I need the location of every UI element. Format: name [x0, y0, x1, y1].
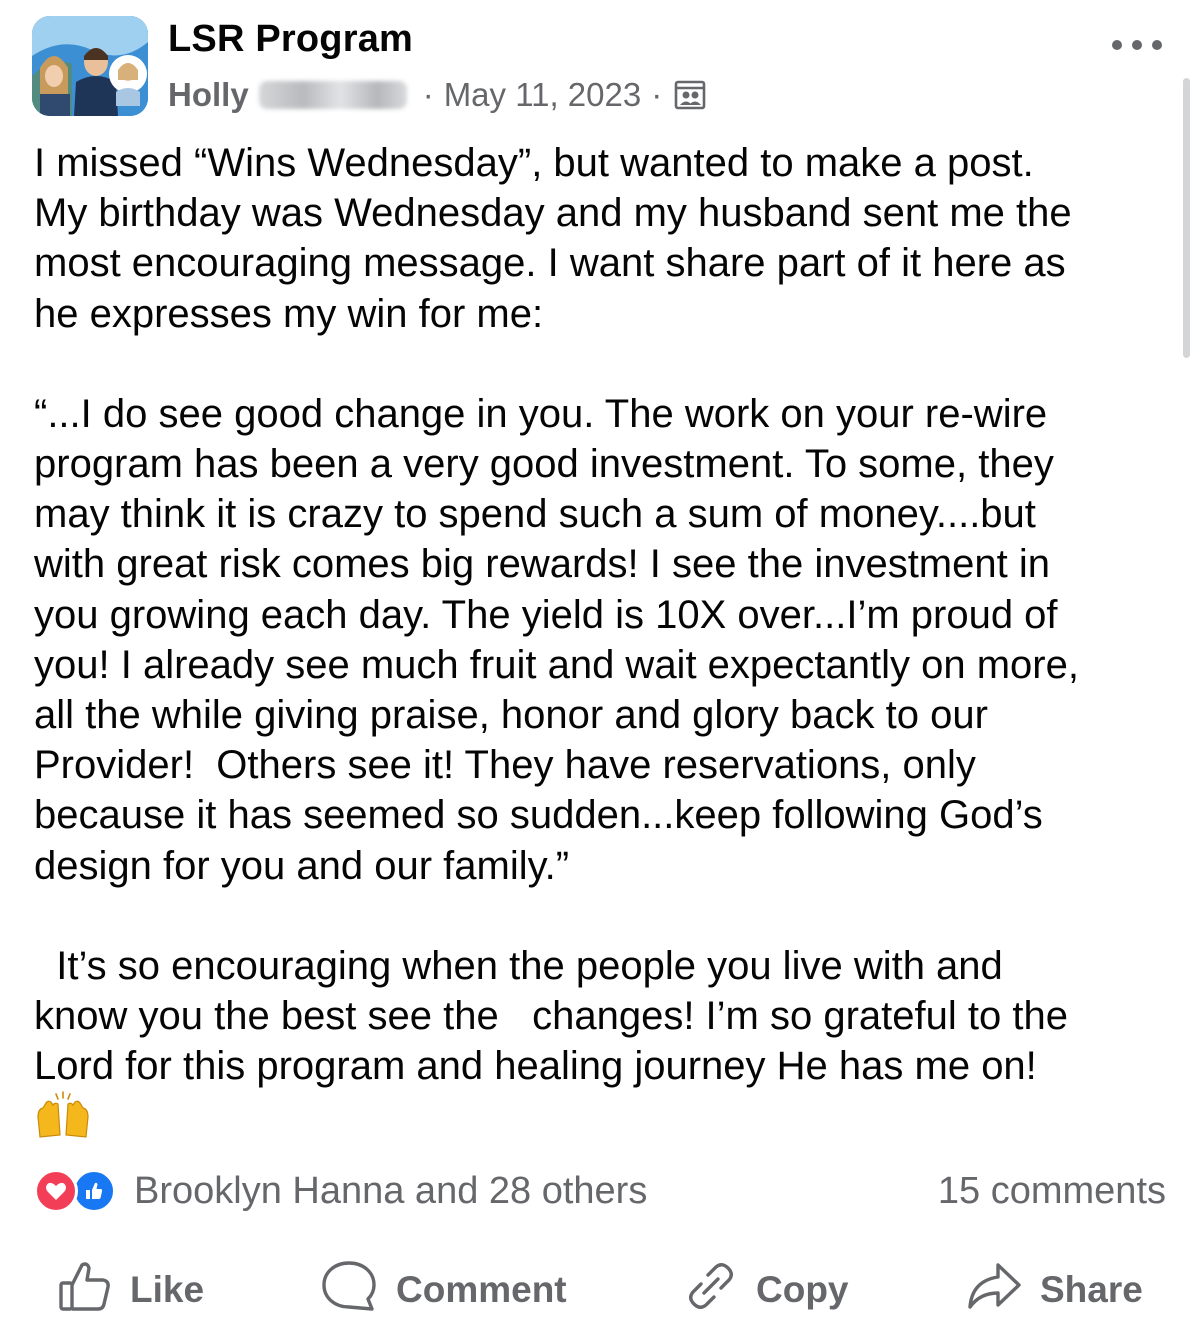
copy-button[interactable]: Copy	[684, 1258, 849, 1322]
raising-hands-emoji	[34, 1091, 92, 1141]
like-label: Like	[130, 1269, 205, 1310]
comments-count[interactable]: 15 comments	[938, 1170, 1166, 1213]
redacted-surname	[258, 81, 407, 109]
meta-separator: ·	[422, 76, 434, 113]
comment-bubble-icon	[320, 1259, 378, 1322]
reactions-summary[interactable]: Brooklyn Hanna and 28 others	[34, 1167, 647, 1215]
post-meta: Holly · May 11, 2023 ·	[168, 74, 706, 116]
group-name[interactable]: LSR Program	[168, 18, 413, 61]
post-card: LSR Program Holly · May 11, 2023 · I mis…	[0, 0, 1200, 1335]
love-reaction-icon	[34, 1169, 78, 1213]
copy-label: Copy	[756, 1269, 849, 1310]
scrollbar[interactable]	[1183, 78, 1190, 358]
post-paragraph-2: “...I do see good change in you. The wor…	[34, 391, 1079, 888]
share-arrow-icon	[966, 1259, 1022, 1322]
reactions-row: Brooklyn Hanna and 28 others 15 comments	[34, 1166, 1166, 1216]
share-button[interactable]: Share	[966, 1258, 1143, 1322]
comment-button[interactable]: Comment	[320, 1258, 567, 1322]
comment-label: Comment	[396, 1269, 567, 1310]
post-text: I missed “Wins Wednesday”, but wanted to…	[34, 138, 1174, 1142]
author-name[interactable]: Holly	[168, 76, 249, 114]
link-icon	[684, 1259, 738, 1322]
post-date[interactable]: May 11, 2023	[444, 76, 642, 114]
reaction-icons	[34, 1167, 126, 1215]
post-paragraph-1: I missed “Wins Wednesday”, but wanted to…	[34, 141, 1072, 336]
thumbs-up-icon	[58, 1259, 112, 1322]
like-button[interactable]: Like	[58, 1258, 204, 1322]
group-avatar-image	[32, 16, 148, 116]
action-bar: Like Comment Copy Share	[0, 1258, 1200, 1322]
meta-separator-2: ·	[651, 76, 663, 113]
members-icon	[674, 79, 706, 111]
like-reaction-icon	[72, 1169, 116, 1213]
post-paragraph-3: It’s so encouraging when the people you …	[34, 943, 1068, 1089]
more-horizontal-icon	[1112, 40, 1122, 50]
reactions-text: Brooklyn Hanna and 28 others	[134, 1169, 648, 1212]
share-label: Share	[1040, 1269, 1143, 1310]
group-avatar[interactable]	[32, 16, 148, 116]
more-options-button[interactable]	[1112, 30, 1162, 60]
